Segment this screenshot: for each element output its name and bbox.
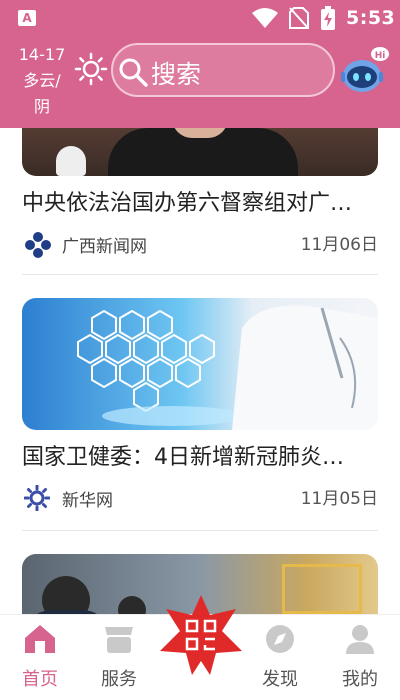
app-header: 14-17 多云/ 阴 搜索 Hi [0, 36, 400, 128]
divider [22, 530, 378, 531]
compass-icon [266, 625, 294, 653]
clock: 5:53 [346, 7, 396, 29]
sun-icon [74, 52, 108, 86]
weather-description-2: 阴 [33, 97, 50, 116]
news-feed[interactable]: 中央依法治国办第六督察组对广… 广西新闻网 11月06日 国家卫健委：4日新增新… [0, 128, 400, 614]
weather-temperature: 14-17 [18, 45, 66, 64]
weather-widget[interactable]: 14-17 多云/ 阴 [12, 42, 72, 120]
nav-mine[interactable]: 我的 [330, 623, 390, 691]
weather-description: 多云/ [23, 71, 61, 90]
news-date: 11月05日 [300, 489, 378, 509]
nav-mine-label: 我的 [342, 669, 378, 690]
nav-discover[interactable]: 发现 [250, 623, 310, 691]
news-title: 国家卫健委：4日新增新冠肺炎… [22, 445, 344, 470]
search-input[interactable]: 搜索 [111, 43, 335, 97]
search-placeholder: 搜索 [151, 60, 202, 89]
news-meta: 广西新闻网 11月06日 [22, 226, 378, 260]
news-meta: 新华网 11月05日 [22, 480, 378, 514]
nav-service-label: 服务 [101, 669, 137, 690]
nav-service[interactable]: 服务 [89, 623, 149, 691]
nav-discover-label: 发现 [262, 669, 298, 690]
home-icon [25, 625, 55, 653]
nav-home[interactable]: 首页 [10, 623, 70, 691]
wifi-icon [252, 8, 278, 28]
battery-charging-icon [321, 6, 335, 30]
news-title: 中央依法治国办第六督察组对广… [22, 191, 353, 216]
news-card[interactable]: 中央依法治国办第六督察组对广… 广西新闻网 11月06日 [22, 128, 378, 260]
assistant-robot-icon[interactable]: Hi [340, 44, 396, 98]
news-source: 新华网 [62, 491, 113, 511]
bottom-navigation: 首页 服务 发现 我的 [0, 595, 400, 700]
service-icon [105, 627, 133, 653]
news-date: 11月06日 [300, 235, 378, 255]
medical-illustration [77, 305, 378, 430]
scan-qr-button[interactable] [158, 595, 244, 675]
news-image [22, 128, 378, 176]
app-notification-icon: A [18, 10, 36, 26]
status-bar: A 5:53 [0, 0, 400, 36]
guangxi-news-logo-icon [25, 232, 51, 258]
assistant-badge: Hi [375, 51, 386, 61]
nav-home-label: 首页 [22, 669, 58, 690]
search-icon [119, 58, 148, 87]
user-icon [346, 625, 374, 654]
no-sim-icon [289, 7, 309, 29]
divider [22, 274, 378, 275]
news-source: 广西新闻网 [62, 237, 147, 257]
news-image [22, 298, 378, 430]
news-card[interactable]: 国家卫健委：4日新增新冠肺炎… 新华网 11月05日 [22, 298, 378, 514]
xinhua-logo-icon [24, 485, 50, 511]
